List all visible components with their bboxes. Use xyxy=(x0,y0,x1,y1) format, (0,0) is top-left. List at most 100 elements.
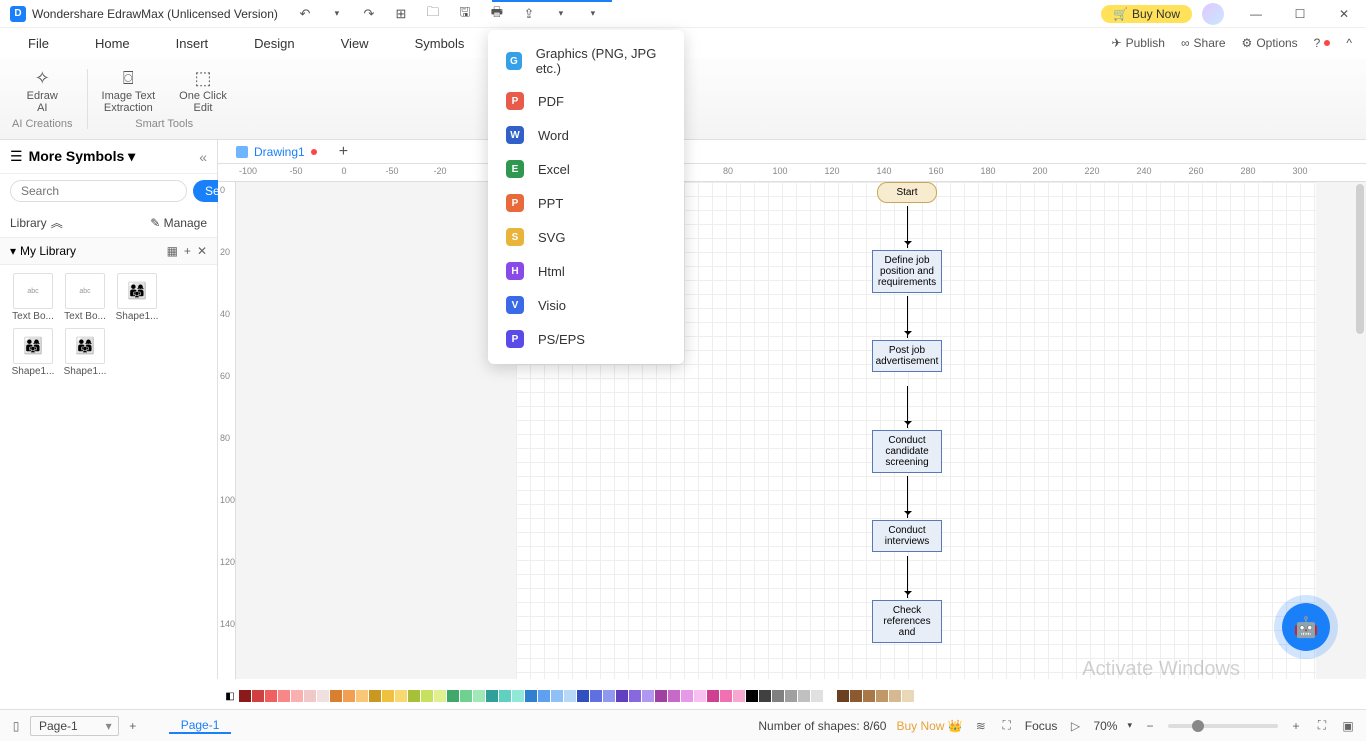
menu-design[interactable]: Design xyxy=(254,36,294,51)
export-menu-item[interactable]: SSVG xyxy=(488,220,684,254)
export-dropdown-icon[interactable]: ▾ xyxy=(552,5,570,23)
color-swatch[interactable] xyxy=(395,690,407,702)
color-swatch[interactable] xyxy=(421,690,433,702)
export-icon[interactable]: ⇪ xyxy=(520,5,538,23)
color-swatch[interactable] xyxy=(304,690,316,702)
flow-node-4[interactable]: Conduct interviews xyxy=(872,520,942,552)
color-swatch[interactable] xyxy=(837,690,849,702)
color-swatch[interactable] xyxy=(512,690,524,702)
color-swatch[interactable] xyxy=(681,690,693,702)
color-picker-icon[interactable]: ◧ xyxy=(222,689,238,703)
options-button[interactable]: ⚙Options xyxy=(1242,36,1298,50)
manage-button[interactable]: ✎ Manage xyxy=(150,216,207,230)
color-swatch[interactable] xyxy=(317,690,329,702)
color-swatch[interactable] xyxy=(460,690,472,702)
flow-node-3[interactable]: Conduct candidate screening xyxy=(872,430,942,473)
color-swatch[interactable] xyxy=(265,690,277,702)
library-label[interactable]: Library xyxy=(10,216,47,230)
minimize-button[interactable]: — xyxy=(1234,0,1278,28)
buy-now-button[interactable]: 🛒 Buy Now xyxy=(1101,5,1192,23)
menu-home[interactable]: Home xyxy=(95,36,130,51)
menu-symbols[interactable]: Symbols xyxy=(415,36,465,51)
color-swatch[interactable] xyxy=(902,690,914,702)
color-swatch[interactable] xyxy=(538,690,550,702)
color-swatch[interactable] xyxy=(707,690,719,702)
shape-thumbnail[interactable]: 👨‍👩‍👧Shape1... xyxy=(62,328,108,377)
color-swatch[interactable] xyxy=(629,690,641,702)
fit-page-icon[interactable]: ⛶ xyxy=(1314,718,1330,733)
color-swatch[interactable] xyxy=(889,690,901,702)
page-nav-icon[interactable]: ▯ xyxy=(8,719,24,733)
flow-node-1[interactable]: Define job position and requirements xyxy=(872,250,942,293)
color-swatch[interactable] xyxy=(408,690,420,702)
color-swatch[interactable] xyxy=(564,690,576,702)
color-swatch[interactable] xyxy=(343,690,355,702)
one-click-edit-button[interactable]: ⬚ One Click Edit xyxy=(179,68,227,114)
add-document-button[interactable]: + xyxy=(333,143,354,161)
focus-icon[interactable]: ⛶ xyxy=(999,718,1015,733)
color-swatch[interactable] xyxy=(252,690,264,702)
page-tab[interactable]: Page-1 xyxy=(169,718,232,734)
layers-icon[interactable]: ≋ xyxy=(973,719,989,733)
open-icon[interactable]: 🗀 xyxy=(424,5,442,23)
collapse-ribbon-button[interactable]: ^ xyxy=(1346,36,1352,50)
flow-node-5[interactable]: Check references and xyxy=(872,600,942,643)
sidebar-collapse-icon[interactable]: « xyxy=(199,149,207,165)
user-avatar[interactable] xyxy=(1202,3,1224,25)
color-swatch[interactable] xyxy=(447,690,459,702)
flow-node-2[interactable]: Post job advertisement xyxy=(872,340,942,372)
library-add-icon[interactable]: + xyxy=(184,244,191,258)
zoom-out-button[interactable]: − xyxy=(1142,719,1158,733)
color-swatch[interactable] xyxy=(733,690,745,702)
color-swatch[interactable] xyxy=(850,690,862,702)
color-swatch[interactable] xyxy=(369,690,381,702)
library-up-icon[interactable]: ︽ xyxy=(51,214,63,231)
buy-now-link[interactable]: Buy Now 👑 xyxy=(896,719,962,733)
export-menu-item[interactable]: EExcel xyxy=(488,152,684,186)
menu-file[interactable]: File xyxy=(28,36,49,51)
undo-dropdown-icon[interactable]: ▾ xyxy=(328,5,346,23)
zoom-slider[interactable] xyxy=(1168,724,1278,728)
vertical-scrollbar[interactable] xyxy=(1356,184,1364,334)
image-text-extraction-button[interactable]: ⌼ Image Text Extraction xyxy=(102,68,156,114)
edraw-ai-button[interactable]: ✧ Edraw AI xyxy=(27,68,58,114)
color-swatch[interactable] xyxy=(551,690,563,702)
zoom-dropdown-icon[interactable]: ▾ xyxy=(1127,720,1132,731)
color-swatch[interactable] xyxy=(824,690,836,702)
color-swatch[interactable] xyxy=(642,690,654,702)
color-swatch[interactable] xyxy=(291,690,303,702)
color-swatch[interactable] xyxy=(811,690,823,702)
chevron-down-icon[interactable]: ▾ xyxy=(10,244,16,258)
fullscreen-icon[interactable]: ▣ xyxy=(1340,719,1356,733)
redo-icon[interactable]: ↷ xyxy=(360,5,378,23)
color-swatch[interactable] xyxy=(720,690,732,702)
color-swatch[interactable] xyxy=(616,690,628,702)
symbol-search-input[interactable] xyxy=(10,180,187,202)
color-swatch[interactable] xyxy=(330,690,342,702)
add-page-button[interactable]: + xyxy=(125,719,141,733)
shape-thumbnail[interactable]: 👨‍👩‍👧Shape1... xyxy=(114,273,160,322)
export-menu-item[interactable]: VVisio xyxy=(488,288,684,322)
undo-icon[interactable]: ↶ xyxy=(296,5,314,23)
more-icon[interactable]: ▾ xyxy=(584,5,602,23)
shape-thumbnail[interactable]: 👨‍👩‍👧Shape1... xyxy=(10,328,56,377)
color-swatch[interactable] xyxy=(278,690,290,702)
color-swatch[interactable] xyxy=(785,690,797,702)
shape-thumbnail[interactable]: abcText Bo... xyxy=(62,273,108,322)
export-menu-item[interactable]: PPDF xyxy=(488,84,684,118)
presentation-icon[interactable]: ▷ xyxy=(1067,719,1083,733)
export-menu-item[interactable]: HHtml xyxy=(488,254,684,288)
document-tab[interactable]: Drawing1 xyxy=(228,143,325,161)
zoom-in-button[interactable]: + xyxy=(1288,719,1304,733)
color-swatch[interactable] xyxy=(525,690,537,702)
library-close-icon[interactable]: ✕ xyxy=(197,244,207,258)
my-library-label[interactable]: My Library xyxy=(20,244,76,258)
color-swatch[interactable] xyxy=(603,690,615,702)
color-swatch[interactable] xyxy=(759,690,771,702)
help-button[interactable]: ? xyxy=(1314,36,1331,50)
canvas-body[interactable]: 020406080100120140 Start Define job posi… xyxy=(218,182,1366,679)
color-swatch[interactable] xyxy=(655,690,667,702)
color-swatch[interactable] xyxy=(434,690,446,702)
close-button[interactable]: ✕ xyxy=(1322,0,1366,28)
flow-start[interactable]: Start xyxy=(877,182,937,203)
